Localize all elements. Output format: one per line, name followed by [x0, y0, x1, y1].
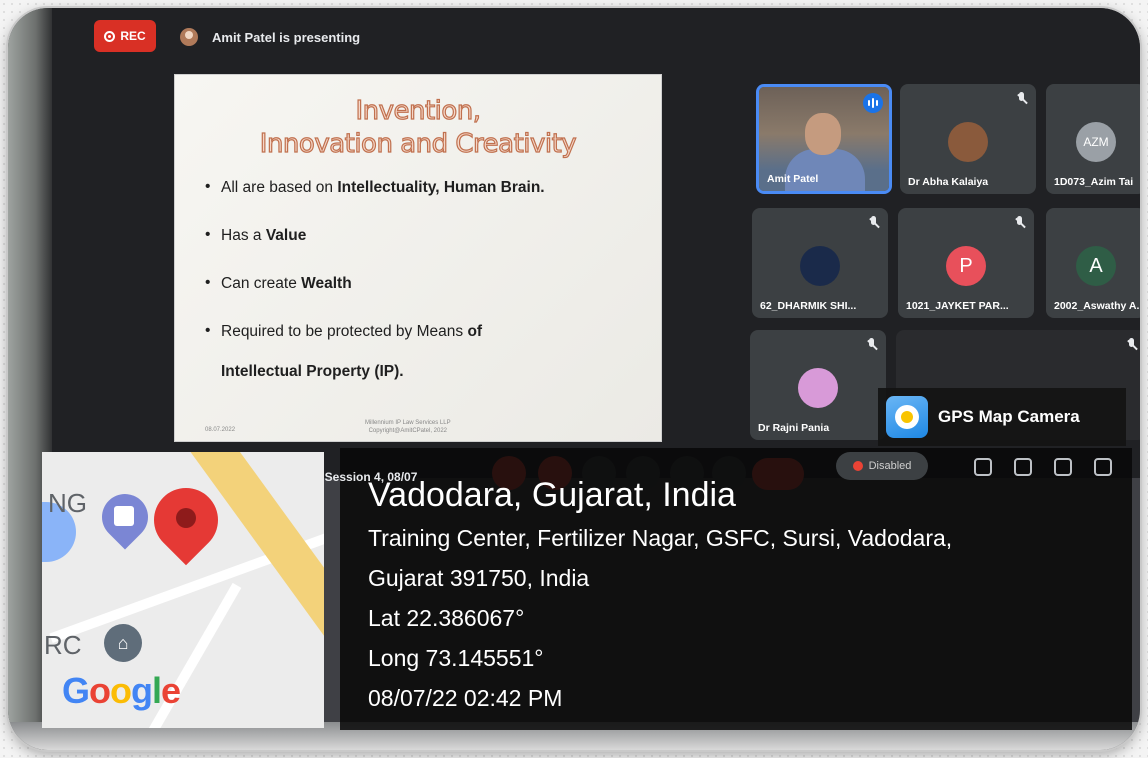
- disabled-dot-icon: [852, 461, 863, 471]
- location-map: NG RC ⌂ Google: [42, 452, 324, 728]
- presenter-banner: Amit Patel is presenting: [180, 28, 360, 46]
- mic-off-icon: [866, 338, 878, 352]
- gps-info-panel: Vadodara, Gujarat, India Training Center…: [340, 448, 1132, 730]
- participant-name: Dr Rajni Pania: [758, 422, 830, 434]
- mic-off-icon: [868, 216, 880, 230]
- activities-icon[interactable]: [1094, 458, 1112, 476]
- shared-slide: Invention, Innovation and Creativity All…: [174, 74, 662, 442]
- disabled-status-pill[interactable]: Disabled: [836, 452, 928, 480]
- slide-bullet: Required to be protected by Means ofInte…: [205, 322, 545, 381]
- participant-tile-azim-tai[interactable]: AZM 1D073_Azim Tai: [1046, 84, 1140, 194]
- slide-title: Invention, Innovation and Creativity: [175, 95, 661, 161]
- fuel-icon: [114, 506, 134, 526]
- avatar: [800, 246, 840, 286]
- chat-icon[interactable]: [1054, 458, 1072, 476]
- slide-bullet: Has a Value: [205, 226, 545, 245]
- avatar: A: [1076, 246, 1116, 286]
- slide-footer-date: 08.07.2022: [205, 427, 236, 433]
- slide-title-line2: Innovation and Creativity: [259, 128, 577, 159]
- participant-tile-rajni-pania[interactable]: Dr Rajni Pania: [750, 330, 886, 440]
- participant-name: 1D073_Azim Tai: [1054, 176, 1134, 188]
- gps-app-name: GPS Map Camera: [938, 407, 1080, 426]
- gps-map-camera-icon: [886, 396, 928, 438]
- slide-bullets: All are based on Intellectuality, Human …: [205, 178, 545, 411]
- gps-map-camera-badge: GPS Map Camera: [878, 388, 1126, 446]
- people-icon[interactable]: [1014, 458, 1032, 476]
- map-label: NG: [48, 488, 87, 518]
- address-line-2: Gujarat 391750, India: [368, 565, 590, 591]
- presenter-avatar-icon: [180, 28, 198, 46]
- participant-name: Dr Abha Kalaiya: [908, 176, 989, 188]
- participant-tile-dharmik[interactable]: 62_DHARMIK SHI...: [752, 208, 888, 318]
- avatar: P: [946, 246, 986, 286]
- avatar: [798, 368, 838, 408]
- presenter-text: Amit Patel is presenting: [212, 29, 361, 45]
- google-logo: Google: [62, 670, 181, 711]
- slide-footer-credit: Millennium IP Law Services LLP Copyright…: [365, 420, 451, 434]
- speaking-indicator-icon: [863, 93, 883, 113]
- participant-name: 2002_Aswathy A...: [1054, 300, 1140, 312]
- record-icon: [104, 30, 116, 42]
- participant-name: 62_DHARMIK SHI...: [760, 300, 857, 312]
- address-line-1: Training Center, Fertilizer Nagar, GSFC,…: [368, 525, 953, 551]
- slide-title-line1: Invention,: [355, 95, 482, 126]
- meeting-session-label: , Session 4, 08/07: [318, 470, 418, 484]
- participant-name: 1021_JAYKET PAR...: [906, 300, 1009, 312]
- mic-off-icon: [1016, 92, 1028, 106]
- latitude: Lat 22.386067°: [368, 605, 525, 631]
- participant-tile-jayket[interactable]: P 1021_JAYKET PAR...: [898, 208, 1034, 318]
- map-label: RC: [44, 630, 82, 660]
- museum-icon: ⌂: [104, 624, 142, 662]
- participant-name: Amit Patel: [767, 173, 819, 185]
- info-icon[interactable]: [974, 458, 992, 476]
- mic-off-icon: [1126, 338, 1138, 352]
- participant-tile-abha-kalaiya[interactable]: Dr Abha Kalaiya: [900, 84, 1036, 194]
- avatar: AZM: [1076, 122, 1116, 162]
- slide-bullet: Can create Wealth: [205, 274, 545, 293]
- slide-bullet: All are based on Intellectuality, Human …: [205, 178, 545, 197]
- recording-badge: REC: [94, 20, 156, 52]
- mic-off-icon: [1014, 216, 1026, 230]
- participant-tile-amit-patel[interactable]: Amit Patel: [756, 84, 892, 194]
- location-city: Vadodara, Gujarat, India: [368, 476, 736, 514]
- avatar: [948, 122, 988, 162]
- timestamp: 08/07/22 02:42 PM: [368, 685, 563, 711]
- participant-tile-aswathy[interactable]: A 2002_Aswathy A...: [1046, 208, 1140, 318]
- longitude: Long 73.145551°: [368, 645, 544, 671]
- recording-label: REC: [120, 29, 146, 43]
